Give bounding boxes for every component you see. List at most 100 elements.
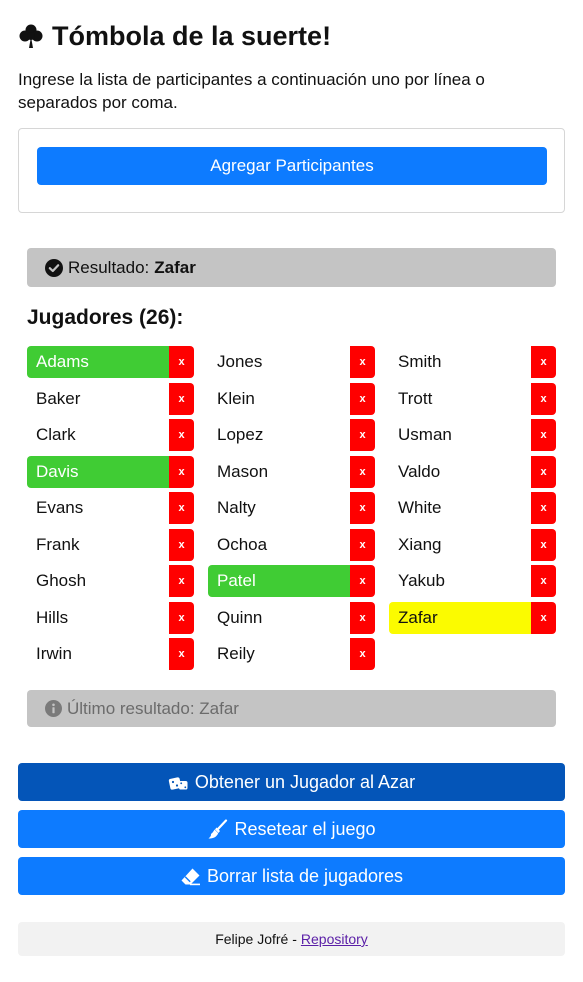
remove-player-button[interactable]: x: [531, 382, 556, 415]
player-item: Lopez x: [208, 419, 375, 451]
player-item: Mason x: [208, 455, 375, 488]
player-name: Trott: [398, 388, 433, 408]
remove-player-button[interactable]: x: [350, 492, 375, 524]
remove-player-button[interactable]: x: [531, 565, 556, 597]
player-name: Ochoa: [217, 534, 268, 554]
player-item: Hills x: [27, 601, 194, 634]
player-item: Clark x: [27, 419, 194, 451]
players-heading: Jugadores (26):: [27, 306, 184, 329]
remove-player-button[interactable]: x: [169, 528, 194, 561]
check-circle-icon: [45, 258, 63, 277]
page-title: Tómbola de la suerte!: [18, 18, 331, 54]
player-name: Baker: [36, 388, 81, 408]
remove-player-button[interactable]: x: [531, 492, 556, 524]
reset-game-button[interactable]: Resetear el juego: [18, 810, 565, 848]
player-item: Nalty x: [208, 492, 375, 524]
player-item: Xiang x: [389, 528, 556, 561]
player-name: Lopez: [217, 425, 264, 444]
remove-player-button[interactable]: x: [531, 419, 556, 451]
player-name: Evans: [36, 498, 84, 517]
remove-player-button[interactable]: x: [169, 346, 194, 378]
player-name: Smith: [398, 352, 442, 371]
remove-player-button[interactable]: x: [350, 419, 375, 451]
player-name: Ghosh: [36, 571, 87, 590]
player-name: Jones: [217, 352, 263, 371]
dice-icon: [168, 776, 188, 790]
remove-player-button[interactable]: x: [531, 601, 556, 634]
player-item: Davis x: [27, 455, 194, 488]
players-grid: Adams x Baker x Clark x Davis x Evans x Frank x Ghos…: [27, 346, 557, 676]
remove-player-button[interactable]: x: [169, 565, 194, 597]
player-item: Yakub x: [389, 565, 556, 597]
players-column: Adams x Baker x Clark x Davis x Evans x Frank x Ghos…: [27, 346, 194, 675]
player-name: Davis: [27, 455, 169, 488]
player-name: Usman: [398, 425, 452, 444]
remove-player-button[interactable]: x: [350, 565, 375, 597]
remove-player-button[interactable]: x: [350, 455, 375, 488]
player-item: Usman x: [389, 419, 556, 451]
player-name: Mason: [217, 461, 269, 481]
player-item: Smith x: [389, 346, 556, 378]
remove-player-button[interactable]: x: [350, 601, 375, 634]
footer-author: Felipe Jofré -: [215, 931, 297, 947]
result-bar: Resultado: Zafar: [27, 248, 556, 287]
add-participants-card: Agregar Participantes: [18, 128, 565, 213]
reset-game-label: Resetear el juego: [234, 818, 376, 839]
player-item: Ochoa x: [208, 528, 375, 561]
player-item: Quinn x: [208, 601, 375, 634]
remove-player-button[interactable]: x: [169, 601, 194, 634]
player-name: Hills: [36, 607, 69, 627]
remove-player-button[interactable]: x: [531, 528, 556, 561]
player-item: Jones x: [208, 346, 375, 378]
remove-player-button[interactable]: x: [169, 638, 194, 670]
player-item: Irwin x: [27, 638, 194, 670]
result-label: Resultado:: [68, 257, 150, 277]
player-name: Frank: [36, 534, 80, 554]
player-name: Zafar: [389, 601, 531, 634]
broom-icon: [208, 818, 228, 838]
player-item: Patel x: [208, 565, 375, 597]
remove-player-button[interactable]: x: [350, 528, 375, 561]
player-name: Patel: [208, 565, 350, 597]
player-name: Xiang: [398, 534, 442, 554]
players-column: Smith x Trott x Usman x Valdo x White x Xiang x Yaku…: [389, 346, 556, 638]
player-item: Valdo x: [389, 455, 556, 488]
add-participants-button[interactable]: Agregar Participantes: [37, 147, 547, 185]
player-name: White: [398, 498, 442, 517]
last-result-text: Último resultado: Zafar: [67, 698, 239, 718]
remove-player-button[interactable]: x: [169, 382, 194, 415]
remove-player-button[interactable]: x: [531, 346, 556, 378]
player-item: Baker x: [27, 382, 194, 415]
remove-player-button[interactable]: x: [350, 638, 375, 670]
result-winner: Zafar: [154, 257, 196, 277]
player-item: Klein x: [208, 382, 375, 415]
random-player-button[interactable]: Obtener un Jugador al Azar: [18, 763, 565, 801]
remove-player-button[interactable]: x: [350, 346, 375, 378]
remove-player-button[interactable]: x: [350, 382, 375, 415]
clear-list-button[interactable]: Borrar lista de jugadores: [18, 857, 565, 895]
remove-player-button[interactable]: x: [169, 455, 194, 488]
player-name: Nalty: [217, 498, 256, 517]
player-item: Evans x: [27, 492, 194, 524]
last-result-bar: Último resultado: Zafar: [27, 690, 556, 727]
player-name: Yakub: [398, 571, 445, 590]
remove-player-button[interactable]: x: [169, 492, 194, 524]
clover-icon: [19, 24, 43, 48]
eraser-icon: [181, 868, 200, 885]
footer: Felipe Jofré - Repository: [18, 922, 565, 956]
instructions-text: Ingrese la lista de participantes a cont…: [18, 70, 485, 112]
players-column: Jones x Klein x Lopez x Mason x Nalty x Ochoa x Pate…: [208, 346, 375, 675]
remove-player-button[interactable]: x: [169, 419, 194, 451]
info-circle-icon: [45, 700, 62, 717]
player-item: White x: [389, 492, 556, 524]
repository-link[interactable]: Repository: [301, 931, 368, 947]
player-name: Quinn: [217, 607, 263, 627]
player-item: Zafar x: [389, 601, 556, 634]
player-name: Klein: [217, 388, 255, 408]
player-name: Adams: [27, 346, 169, 378]
player-name: Clark: [36, 425, 76, 444]
remove-player-button[interactable]: x: [531, 455, 556, 488]
player-name: Reily: [217, 644, 255, 663]
page-title-text: Tómbola de la suerte!: [52, 20, 332, 51]
player-item: Frank x: [27, 528, 194, 561]
